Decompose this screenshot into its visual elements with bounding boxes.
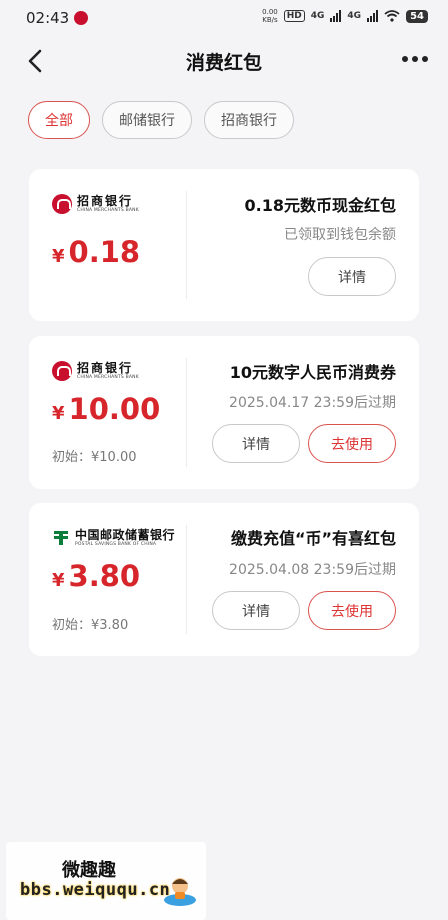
bank-app-notification-icon	[74, 11, 88, 25]
status-bar: 02:43 0.00 KB/s HD 4G 4G 54	[0, 0, 448, 38]
network-type-2: 4G	[347, 11, 362, 21]
cmb-logo: 招商银行 CHINA MERCHANTS BANK	[52, 191, 139, 217]
initial-amount: 初始：¥10.00	[52, 450, 137, 465]
card-divider	[186, 358, 187, 467]
battery-icon: 54	[406, 9, 428, 23]
filter-chip-all[interactable]: 全部	[28, 101, 90, 139]
coupon-card: 招商银行 CHINA MERCHANTS BANK ¥ 10.00 初始：¥10…	[29, 336, 419, 489]
coupon-status: 已领取到钱包余额	[284, 227, 396, 243]
network-speed: 0.00 KB/s	[262, 8, 278, 24]
coupon-title: 0.18元数币现金红包	[244, 196, 396, 215]
bank-name: 中国邮政储蓄银行	[75, 527, 176, 542]
use-button[interactable]: 去使用	[308, 424, 396, 463]
initial-amount: 初始：¥3.80	[52, 618, 129, 633]
filter-chip-psbc[interactable]: 邮储银行	[102, 101, 192, 139]
page-title: 消费红包	[185, 52, 262, 74]
watermark-title: 微趣趣	[62, 860, 116, 881]
filter-chip-cmb[interactable]: 招商银行	[204, 101, 294, 139]
watermark: 微趣趣 bbs.weiququ.cn	[6, 842, 206, 920]
cmb-logo-icon	[52, 361, 72, 381]
bank-name: 招商银行	[77, 193, 134, 208]
network-type-1: 4G	[310, 11, 325, 21]
bank-name-en: CHINA MERCHANTS BANK	[77, 207, 139, 213]
coupon-amount: ¥ 10.00	[52, 392, 161, 426]
more-button[interactable]	[402, 56, 428, 62]
more-dot-icon	[402, 56, 408, 62]
details-button[interactable]: 详情	[212, 591, 300, 630]
signal-icon	[330, 10, 342, 22]
more-dot-icon	[412, 56, 418, 62]
expiry-date: 2025.04.08 23:59后过期	[229, 562, 396, 578]
coupon-amount: ¥ 3.80	[52, 559, 141, 593]
more-dot-icon	[422, 56, 428, 62]
cmb-logo: 招商银行 CHINA MERCHANTS BANK	[52, 358, 139, 384]
bank-name: 招商银行	[77, 360, 134, 375]
status-indicators: 0.00 KB/s HD 4G 4G 54	[262, 8, 428, 24]
hd-icon: HD	[283, 10, 305, 22]
wifi-icon	[384, 10, 400, 22]
filter-bar: 全部 邮储银行 招商银行	[28, 101, 294, 139]
coupon-card: 中国邮政储蓄银行 POSTAL SAVINGS BANK OF CHINA ¥ …	[29, 503, 419, 656]
status-time: 02:43	[26, 9, 70, 27]
details-button[interactable]: 详情	[212, 424, 300, 463]
details-button[interactable]: 详情	[308, 257, 396, 296]
signal-icon-2	[367, 10, 379, 22]
psbc-logo: 中国邮政储蓄银行 POSTAL SAVINGS BANK OF CHINA	[52, 525, 175, 551]
coupon-amount: ¥ 0.18	[52, 235, 141, 269]
use-button[interactable]: 去使用	[308, 591, 396, 630]
card-divider	[186, 191, 187, 299]
psbc-logo-icon	[52, 529, 70, 547]
coupon-card: 招商银行 CHINA MERCHANTS BANK ¥ 0.18 0.18元数币…	[29, 169, 419, 321]
bank-name-en: CHINA MERCHANTS BANK	[77, 374, 139, 380]
cmb-logo-icon	[52, 194, 72, 214]
watermark-url: bbs.weiququ.cn	[20, 880, 171, 900]
expiry-date: 2025.04.17 23:59后过期	[229, 395, 396, 411]
nav-header: 消费红包	[0, 38, 448, 84]
coupon-title: 缴费充值“币”有喜红包	[230, 529, 396, 548]
mascot-icon	[164, 878, 196, 906]
bank-name-en: POSTAL SAVINGS BANK OF CHINA	[75, 541, 157, 547]
coupon-title: 10元数字人民币消费券	[229, 363, 396, 382]
card-divider	[186, 525, 187, 634]
